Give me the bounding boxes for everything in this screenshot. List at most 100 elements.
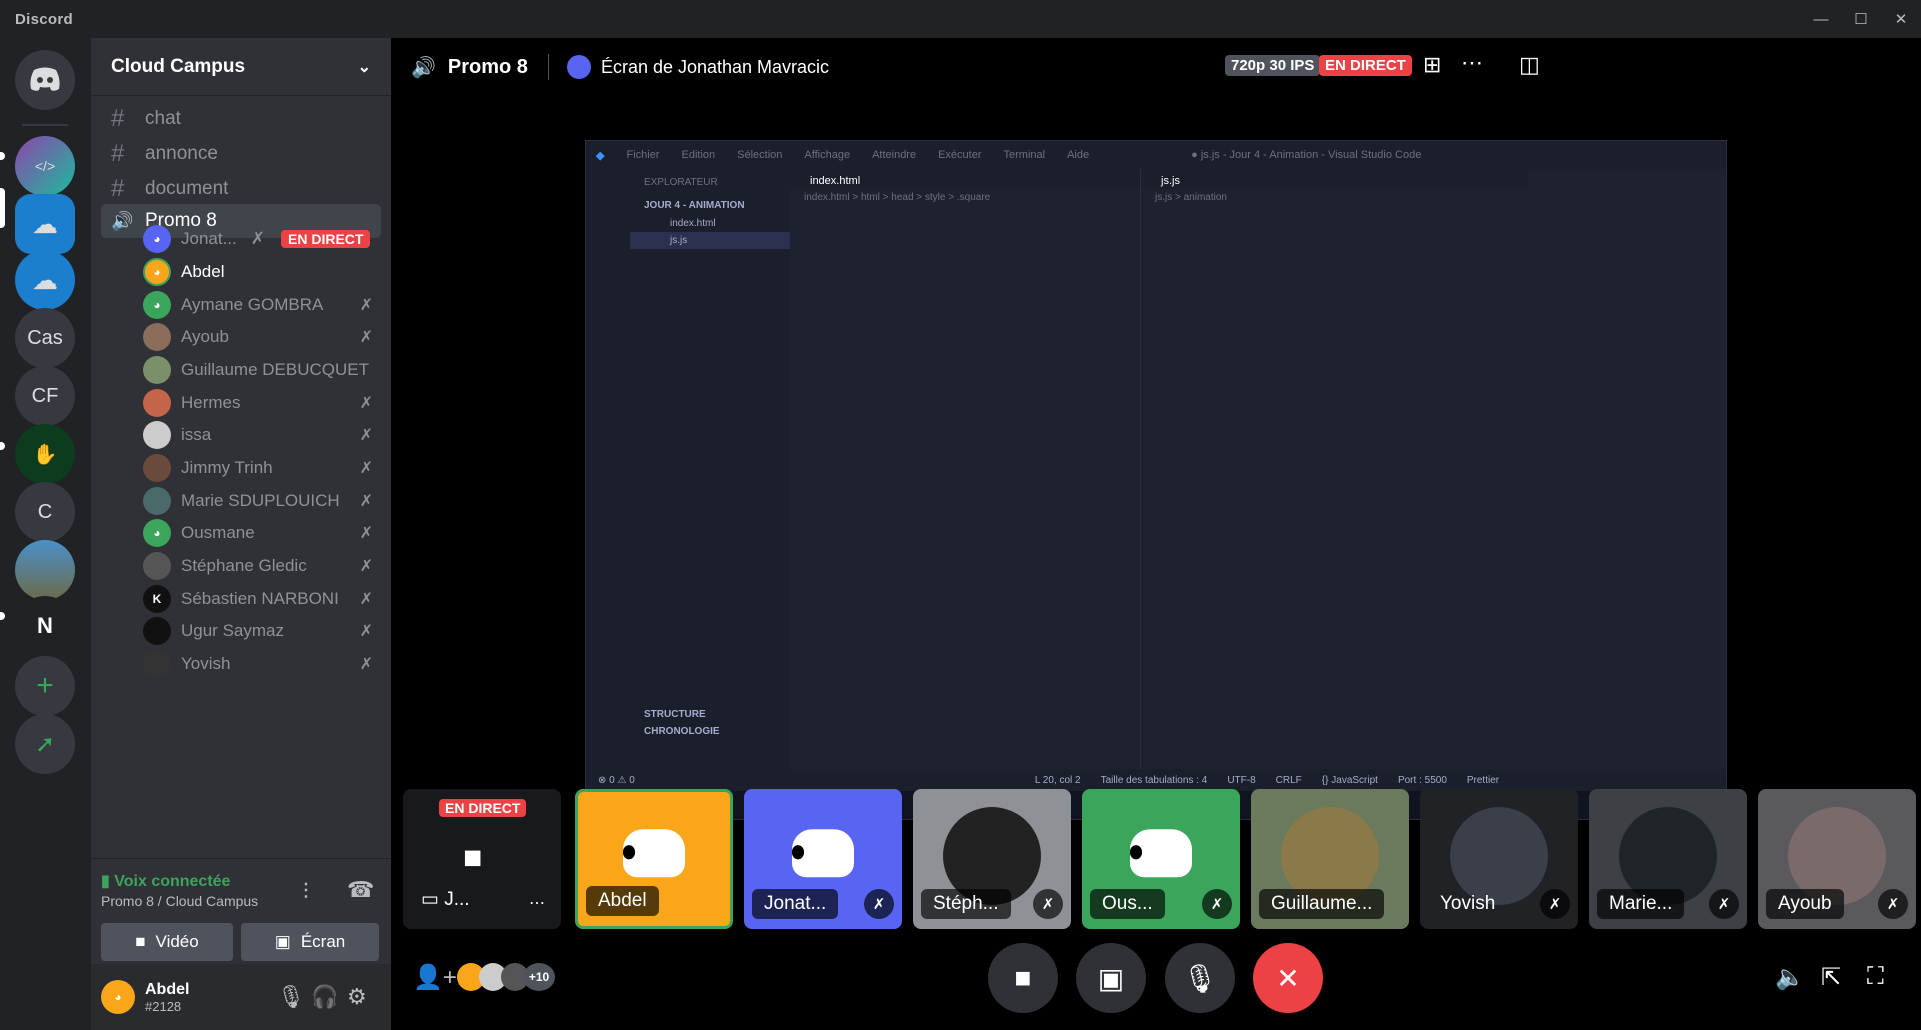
stream-header: 🔊 Promo 8 Écran de Jonathan Mavracic 720… [391, 38, 1921, 96]
live-badge: EN DIRECT [1319, 55, 1412, 76]
participant-tile[interactable]: Abdel [575, 789, 733, 929]
voice-user[interactable]: Ayoub ✗ [143, 319, 373, 355]
avatar [143, 454, 171, 482]
avatar [143, 421, 171, 449]
close-icon[interactable]: ✕ [1881, 0, 1921, 38]
voice-user[interactable]: ◕ Jonat... ✗ EN DIRECT [143, 221, 373, 257]
server-icon-cloud-campus[interactable]: ☁ [15, 250, 75, 310]
channel-sidebar: Cloud Campus ⌄ # chat # annonce # document … [91, 38, 391, 1030]
voice-user[interactable]: K Sébastien NARBONI ✗ [143, 581, 373, 617]
vscode-icon: ◆ [596, 149, 605, 162]
guild-header[interactable]: Cloud Campus ⌄ [91, 38, 391, 96]
channel-annonce[interactable]: # annonce [101, 135, 381, 173]
app-title: Discord [15, 10, 73, 28]
avatar[interactable]: ◕ [101, 980, 135, 1014]
microphone-icon[interactable]: 🎙 [277, 984, 305, 1010]
voice-user[interactable]: Hermes ✗ [143, 385, 373, 421]
grid-layout-icon[interactable]: ⊞ [1423, 52, 1441, 78]
activity-bar [586, 169, 630, 769]
participant-tile[interactable]: Stéph... ✗ [913, 789, 1071, 929]
participant-tile[interactable]: Ayoub ✗ [1758, 789, 1916, 929]
avatar [143, 323, 171, 351]
headphones-icon[interactable]: 🎧 [311, 984, 338, 1010]
hash-icon: # [111, 140, 125, 167]
server-icon-code[interactable]: </> [15, 136, 75, 196]
more-options-icon[interactable]: ⋯ [1461, 50, 1483, 76]
server-icon-c[interactable]: C [15, 482, 75, 542]
voice-user[interactable]: Guillaume DEBUCQUET [143, 352, 373, 388]
participant-tile[interactable]: Jonat... ✗ [744, 789, 902, 929]
participant-tile[interactable]: Guillaume... [1251, 789, 1409, 929]
server-icon-landscape[interactable] [15, 540, 75, 600]
disconnect-icon: ✕ [1276, 962, 1300, 994]
shared-screen: ◆ Fichier Edition Sélection Affichage Attein… [585, 140, 1727, 820]
avatar [143, 356, 171, 384]
microphone-toggle-button[interactable]: 🎙 [1165, 943, 1235, 1013]
invite-user-icon[interactable]: 👤+ [413, 963, 457, 992]
popout-icon[interactable]: ⇱ [1821, 963, 1841, 992]
voice-user[interactable]: ◕ Ousmane ✗ [143, 515, 373, 551]
camera-toggle-button[interactable]: ■ [988, 943, 1058, 1013]
user-panel: ◕ Abdel #2128 🎙 🎧 ⚙ [91, 964, 391, 1030]
disconnect-button[interactable]: ✕ [1253, 943, 1323, 1013]
avatar [143, 617, 171, 645]
vscode-statusbar: ⊗ 0 ⚠ 0 L 20, col 2 Taille des tabulatio… [586, 769, 1726, 791]
channel-chat[interactable]: # chat [101, 100, 381, 138]
voice-user[interactable]: Marie SDUPLOUICH ✗ [143, 483, 373, 519]
server-icon-green[interactable]: ✋ [15, 424, 75, 484]
voice-user[interactable]: Ugur Saymaz ✗ [143, 613, 373, 649]
voice-user[interactable]: ◕ Abdel [143, 254, 373, 290]
participant-tile-stream[interactable]: EN DIRECT ■ ▭ J... ⋯ [403, 789, 561, 929]
mute-icon: ✗ [1540, 889, 1570, 919]
live-badge: EN DIRECT [281, 230, 371, 248]
minimize-icon[interactable]: — [1801, 0, 1841, 38]
microphone-icon: 🎙 [1182, 962, 1218, 994]
server-icon-cf[interactable]: CF [15, 366, 75, 426]
disconnect-icon[interactable]: ☎ [347, 877, 374, 903]
editor-right: js.js js.js > animation [1141, 169, 1528, 769]
explore-servers-icon[interactable]: ➚ [15, 714, 75, 774]
participant-tile[interactable]: Yovish ✗ [1420, 789, 1578, 929]
camera-icon: ■ [1014, 962, 1032, 993]
maximize-icon[interactable]: ☐ [1841, 0, 1881, 38]
voice-user[interactable]: issa ✗ [143, 417, 373, 453]
voice-user[interactable]: Jimmy Trinh ✗ [143, 450, 373, 486]
mute-icon: ✗ [1878, 889, 1908, 919]
volume-icon[interactable]: 🔈 [1775, 963, 1805, 992]
voice-user[interactable]: Stéphane Gledic ✗ [143, 548, 373, 584]
speaker-icon: 🔊 [111, 210, 134, 231]
noise-suppression-icon[interactable]: ⫶ [303, 879, 309, 905]
avatar: ◕ [143, 291, 171, 319]
editor-left: index.html index.html > html > head > st… [790, 169, 1140, 769]
avatar: ◕ [143, 225, 171, 253]
channel-document[interactable]: # document [101, 170, 381, 208]
screen-share-toggle-button[interactable]: ▣ [1076, 943, 1146, 1013]
server-icon-nan[interactable]: N [15, 596, 75, 656]
avatar [143, 650, 171, 678]
participant-avatars[interactable]: +10 [457, 963, 565, 991]
quality-badge: 720p 30 IPS [1225, 55, 1321, 76]
voice-user[interactable]: ◕ Aymane GOMBRA ✗ [143, 287, 373, 323]
screen-icon: ▭ J... [421, 889, 470, 910]
server-list: </> ☁ ☁ Cas CF ✋ C N + ➚ [0, 38, 91, 1030]
title-bar: Discord — ☐ ✕ [0, 0, 1921, 38]
add-server-icon[interactable]: + [15, 656, 75, 716]
popout-icon[interactable]: ◫ [1519, 52, 1540, 78]
hash-icon: # [111, 105, 125, 132]
home-button[interactable] [15, 50, 75, 110]
screen-share-button[interactable]: ▣ Écran [241, 923, 379, 961]
participant-tile[interactable]: Ous... ✗ [1082, 789, 1240, 929]
voice-status: ▮ Voix connectée [101, 873, 231, 890]
participant-tile[interactable]: Marie... ✗ [1589, 789, 1747, 929]
video-button[interactable]: ■ Vidéo [101, 923, 233, 961]
mute-icon: ✗ [1709, 889, 1739, 919]
mute-icon: ✗ [359, 591, 373, 608]
gear-icon[interactable]: ⚙ [347, 984, 367, 1010]
server-icon-cloud-campus-active[interactable]: ☁ [15, 194, 75, 254]
mute-icon: ✗ [359, 395, 373, 412]
voice-user[interactable]: Yovish ✗ [143, 646, 373, 682]
fullscreen-icon[interactable]: ⛶ [1867, 963, 1884, 991]
mute-icon: ✗ [359, 558, 373, 575]
server-icon-cas[interactable]: Cas [15, 308, 75, 368]
signal-icon: ▮ [101, 873, 110, 890]
